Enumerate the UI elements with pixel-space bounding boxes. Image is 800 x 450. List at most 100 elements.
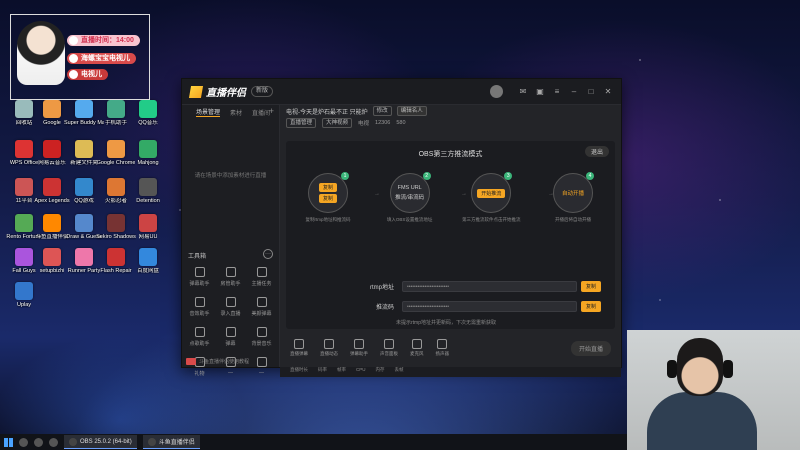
step-1-copy-a: 复制: [318, 183, 337, 192]
message-icon[interactable]: ✉: [518, 87, 528, 97]
desktop-icon-label: Runner Party: [67, 268, 101, 274]
tool-icon: [194, 327, 205, 337]
toolbox-item[interactable]: 主播任务: [246, 267, 277, 287]
desktop-icon-label: 火影忍者: [104, 198, 127, 204]
desktop-icon[interactable]: 百度网盘: [130, 248, 166, 274]
task-douyu[interactable]: 斗鱼直播伴侣: [142, 435, 200, 449]
desktop-icon-label: Flash Repair: [100, 268, 132, 274]
step-1-desc: 复制rtmp地址和推流码: [305, 217, 351, 222]
desktop-icon[interactable]: 火影忍者: [98, 178, 134, 204]
user-avatar[interactable]: [490, 85, 503, 98]
rtmp-label: rtmp地址: [369, 285, 394, 291]
desktop-icon[interactable]: Detention: [130, 178, 166, 204]
tab-sources[interactable]: 素材: [230, 108, 242, 117]
stream-overlay-widget: 直播时间：14:00 海螺宝宝电视儿 电视儿: [10, 14, 150, 100]
desktop-icon[interactable]: 网易UU: [130, 214, 166, 240]
tab-room[interactable]: 直播间: [252, 108, 270, 117]
toolbox-item[interactable]: 音效助手: [184, 297, 215, 317]
tool-label: 弹幕: [225, 341, 236, 347]
close-icon[interactable]: ✕: [603, 87, 613, 97]
streaming-app-window: 直播伴侣 新版 ✉ ▣ ≡ – □ ✕ 场景管理 素材 直播间 + 请在场景中添…: [181, 78, 622, 377]
video-chip[interactable]: 大神视频: [322, 118, 353, 128]
add-scene-icon[interactable]: +: [269, 106, 274, 116]
maximize-icon[interactable]: □: [586, 87, 596, 97]
desktop-icon[interactable]: 手机助手: [98, 100, 134, 126]
desktop-icon[interactable]: 斗鱼直播伴侣: [34, 214, 70, 240]
step-4: 4 自动开播 开播后将自动开播: [551, 172, 595, 223]
tool-icon: [225, 297, 236, 307]
steam-icon[interactable]: [34, 437, 43, 447]
version-badge[interactable]: 新版: [251, 86, 274, 97]
step-3: 3 开始推流 第三方推流软件点击开始推流: [462, 172, 521, 223]
app-icon: [107, 140, 125, 158]
desktop-icon[interactable]: QQ音乐: [130, 100, 166, 126]
desktop-icon[interactable]: Google Chrome: [97, 140, 135, 166]
desktop-icon[interactable]: Apex Legends: [34, 178, 70, 204]
toolbox-item[interactable]: 背景音乐: [246, 327, 277, 347]
app-icon: [15, 248, 33, 266]
fans-count: 580: [396, 120, 406, 126]
desktop-icon-label: 网易UU: [138, 234, 158, 240]
stream-manage-chip[interactable]: 直播管理: [286, 118, 317, 128]
danmu-button[interactable]: 直播弹幕: [290, 339, 308, 357]
toolbox-item[interactable]: 点歌助手: [184, 327, 215, 347]
desktop-icon[interactable]: Uplay: [6, 282, 42, 308]
app-icon: [15, 214, 33, 232]
douyu-icon: [147, 437, 156, 446]
toolbox-item[interactable]: 弹幕: [215, 327, 246, 347]
dynamics-button[interactable]: 直播动态: [320, 339, 338, 357]
desktop-icon[interactable]: setupbizhi: [34, 248, 70, 274]
overlay-line-tag: 电视儿: [67, 69, 108, 80]
app-icon: [139, 100, 157, 118]
app-titlebar[interactable]: 直播伴侣 新版 ✉ ▣ ≡ – □ ✕: [182, 79, 621, 105]
desktop-icon-label: 11平台: [15, 198, 33, 204]
copy-key-button[interactable]: 复制: [580, 301, 601, 312]
toolbox-item[interactable]: 房管助手: [215, 267, 246, 287]
tool-icon: [256, 327, 267, 337]
gift-icon[interactable]: ▣: [535, 87, 545, 97]
toolbox-item[interactable]: 弹幕助手: [184, 267, 215, 287]
start-stream-button[interactable]: 开始直播: [570, 340, 611, 356]
task-obs[interactable]: OBS 25.0.2 (64-bit): [64, 435, 137, 449]
edit-celebrity-button[interactable]: 编辑名人: [396, 106, 427, 116]
speaker-button[interactable]: 扬声器: [436, 339, 449, 357]
tool-label: 房管助手: [220, 281, 241, 287]
menu-icon[interactable]: ≡: [552, 87, 562, 97]
desktop-icon[interactable]: Mahjong: [130, 140, 166, 166]
exit-obs-mode-button[interactable]: 退出: [584, 146, 609, 157]
toolbox-item[interactable]: 录入直播: [215, 297, 246, 317]
copy-rtmp-button[interactable]: 复制: [580, 281, 601, 292]
stream-key-input[interactable]: ••••••••••••••••••••••••: [402, 301, 577, 312]
desktop-icon[interactable]: Flash Repair: [98, 248, 134, 274]
app-icon: [43, 178, 61, 196]
edit-title-button[interactable]: 修改: [372, 106, 392, 116]
toolbox-settings-icon[interactable]: ···: [263, 249, 273, 259]
tab-scenes[interactable]: 场景管理: [196, 107, 221, 117]
sidebar-tabs: 场景管理 素材 直播间: [182, 105, 279, 119]
room-category: 电视: [358, 121, 370, 127]
rtmp-input[interactable]: ••••••••••••••••••••••••: [402, 281, 577, 292]
desktop-icon[interactable]: Runner Party: [66, 248, 102, 274]
desktop-icon[interactable]: 网易云音乐: [34, 140, 70, 166]
desktop-icon[interactable]: Sekiro Shadows: [96, 214, 136, 240]
search-icon[interactable]: [19, 437, 28, 447]
chrome-icon[interactable]: [49, 437, 58, 447]
desktop-icon-label: 网易云音乐: [38, 160, 66, 166]
arrow-icon: →: [374, 191, 380, 197]
desktop-icon-label: 回收站: [15, 120, 33, 126]
minimize-icon[interactable]: –: [569, 87, 579, 97]
toolbox-item[interactable]: 美颜弹幕: [246, 297, 277, 317]
danmu-helper-button[interactable]: 弹幕助手: [350, 339, 368, 357]
status-item: 码率: [318, 367, 327, 372]
sound-panel-button[interactable]: 声音面板: [380, 339, 398, 357]
video-icon: [186, 358, 196, 365]
desktop-icon[interactable]: Super Buddy Man: [64, 100, 104, 126]
windows-start-icon[interactable]: [4, 437, 13, 447]
headphone-icon: [723, 360, 733, 378]
microphone-button[interactable]: 麦克风: [410, 339, 424, 357]
desktop-icon-label: Apex Legends: [34, 198, 70, 204]
desktop-icon[interactable]: QQ游戏: [66, 178, 102, 204]
tool-label: 弹幕助手: [189, 281, 210, 287]
app-logo-icon: [188, 85, 204, 98]
tutorial-link[interactable]: 斗鱼直播伴侣使用教程: [186, 358, 275, 365]
